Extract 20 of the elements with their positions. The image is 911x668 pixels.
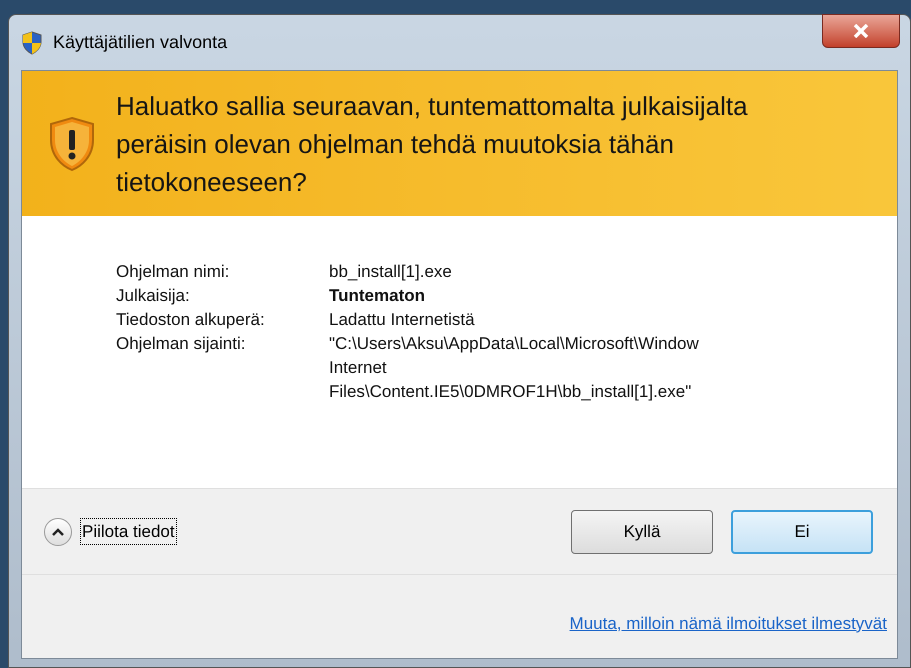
dialog-button[interactable]: Kyllä [571, 510, 713, 554]
detail-value: Files\Content.IE5\0DMROF1H\bb_install[1].exe" [329, 381, 692, 403]
close-icon [853, 24, 869, 38]
detail-value: Ladattu Internetistä [329, 309, 476, 331]
detail-value: "C:\Users\Aksu\AppData\Local\Microsoft\Window [329, 333, 700, 355]
detail-value: bb_install[1].exe [329, 261, 453, 283]
warning-shield-icon [48, 116, 96, 172]
window-title: Käyttäjätilien valvonta [53, 31, 228, 54]
detail-label: Tiedoston alkuperä: [116, 309, 266, 331]
chevron-up-icon [44, 518, 72, 546]
question-text: Haluatko sallia seuraavan, tuntemattomalta julkaisijalta peräisin olevan ohjelman tehdä muutoksia tähän tietokoneeseen? [116, 90, 749, 198]
detail-value: Internet [329, 357, 388, 379]
detail-value: Tuntematon [329, 285, 426, 307]
detail-label: Julkaisija: [116, 285, 191, 307]
detail-label: Ohjelman nimi: [116, 261, 230, 283]
shield-icon [21, 30, 43, 54]
settings-link[interactable]: Muuta, milloin nämä ilmoitukset ilmestyvät [570, 610, 887, 636]
dialog-button[interactable]: Ei [731, 510, 873, 554]
detail-label: Ohjelman sijainti: [116, 333, 246, 355]
close-button[interactable] [822, 14, 900, 48]
